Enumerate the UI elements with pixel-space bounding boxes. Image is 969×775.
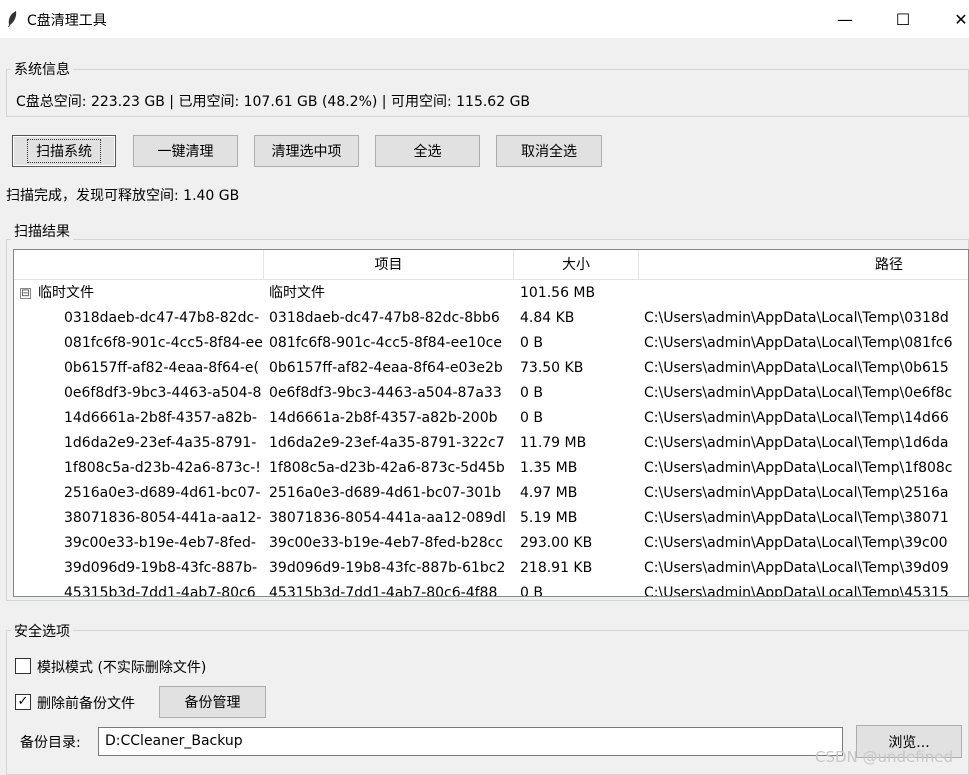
- column-header-tree[interactable]: [14, 250, 264, 280]
- backup-manage-button[interactable]: 备份管理: [159, 686, 266, 718]
- item-cell: 38071836-8054-441a-aa12-089dl: [269, 510, 506, 526]
- size-cell: 0 B: [520, 335, 543, 351]
- size-cell: 101.56 MB: [520, 285, 596, 301]
- size-cell: 73.50 KB: [520, 360, 584, 376]
- tree-cell: 1d6da2e9-23ef-4a35-8791-: [64, 435, 257, 451]
- size-cell: 0 B: [520, 585, 543, 597]
- collapse-icon[interactable]: ⊟: [20, 288, 31, 299]
- size-cell: 11.79 MB: [520, 435, 587, 451]
- scan-results-title: 扫描结果: [11, 221, 73, 241]
- item-cell: 39c00e33-b19e-4eb7-8fed-b28cc: [269, 535, 504, 551]
- tree-cell: 临时文件: [38, 285, 94, 301]
- size-cell: 0 B: [520, 410, 543, 426]
- path-cell: C:\Users\admin\AppData\Local\Temp\45315: [644, 585, 949, 597]
- item-cell: 2516a0e3-d689-4d61-bc07-301b: [269, 485, 502, 501]
- size-cell: 1.35 MB: [520, 460, 578, 476]
- column-header-item[interactable]: 项目: [264, 250, 514, 280]
- disk-space-info: C盘总空间: 223.23 GB | 已用空间: 107.61 GB (48.2…: [16, 94, 531, 110]
- watermark: CSDN @undefined: [815, 748, 954, 766]
- tree-cell: 39d096d9-19b8-43fc-887b-: [64, 560, 258, 576]
- item-cell: 0318daeb-dc47-47b8-82dc-8bb6: [269, 310, 500, 326]
- path-cell: C:\Users\admin\AppData\Local\Temp\1f808c: [644, 460, 953, 476]
- results-tree[interactable]: 项目 大小 路径 ⊟ 临时文件 临时文件 101.56 MB 0318daeb-dc47…: [13, 249, 969, 597]
- size-cell: 4.97 MB: [520, 485, 578, 501]
- table-row[interactable]: 45315b3d-7dd1-4ab7-80c6 45315b3d-7dd1-4ab…: [14, 581, 968, 597]
- table-row[interactable]: 1d6da2e9-23ef-4a35-8791- 1d6da2e9-23ef-4a…: [14, 431, 968, 456]
- item-cell: 0b6157ff-af82-4eaa-8f64-e03e2b: [269, 360, 503, 376]
- tree-cell: 2516a0e3-d689-4d61-bc07-: [64, 485, 261, 501]
- tree-cell: 0318daeb-dc47-47b8-82dc-: [64, 310, 260, 326]
- path-cell: C:\Users\admin\AppData\Local\Temp\14d66: [644, 410, 949, 426]
- tree-cell: 39c00e33-b19e-4eb7-8fed-: [64, 535, 256, 551]
- tree-cell: 081fc6f8-901c-4cc5-8f84-ee: [64, 335, 263, 351]
- table-row[interactable]: 0e6f8df3-9bc3-4463-a504-8 0e6f8df3-9bc3-4…: [14, 381, 968, 406]
- path-cell: C:\Users\admin\AppData\Local\Temp\39c00: [644, 535, 948, 551]
- table-row[interactable]: 0b6157ff-af82-4eaa-8f64-e( 0b6157ff-af82-…: [14, 356, 968, 381]
- backup-dir-label: 备份目录:: [20, 735, 81, 751]
- tree-cell: 14d6661a-2b8f-4357-a82b-: [64, 410, 257, 426]
- scan-status: 扫描完成，发现可释放空间: 1.40 GB: [6, 188, 240, 204]
- table-row[interactable]: 0318daeb-dc47-47b8-82dc- 0318daeb-dc47-47…: [14, 306, 968, 331]
- close-button[interactable]: ✕: [938, 0, 969, 38]
- tree-cell: 1f808c5a-d23b-42a6-873c-!: [64, 460, 261, 476]
- item-cell: 临时文件: [269, 285, 325, 301]
- backup-before-delete-label: 删除前备份文件: [37, 696, 135, 712]
- size-cell: 5.19 MB: [520, 510, 578, 526]
- path-cell: C:\Users\admin\AppData\Local\Temp\39d09: [644, 560, 949, 576]
- tree-cell: 45315b3d-7dd1-4ab7-80c6: [64, 585, 256, 597]
- table-row[interactable]: 2516a0e3-d689-4d61-bc07- 2516a0e3-d689-4d…: [14, 481, 968, 506]
- table-row[interactable]: 14d6661a-2b8f-4357-a82b- 14d6661a-2b8f-43…: [14, 406, 968, 431]
- path-cell: C:\Users\admin\AppData\Local\Temp\1d6da: [644, 435, 949, 451]
- size-cell: 4.84 KB: [520, 310, 575, 326]
- size-cell: 293.00 KB: [520, 535, 593, 551]
- path-cell: C:\Users\admin\AppData\Local\Temp\0318d: [644, 310, 949, 326]
- deselect-all-button[interactable]: 取消全选: [496, 135, 602, 167]
- minimize-button[interactable]: —: [822, 0, 868, 38]
- size-cell: 218.91 KB: [520, 560, 593, 576]
- tree-cell: 0b6157ff-af82-4eaa-8f64-e(: [64, 360, 260, 376]
- path-cell: C:\Users\admin\AppData\Local\Temp\0b615: [644, 360, 949, 376]
- safety-options-title: 安全选项: [11, 621, 73, 641]
- tree-category-row[interactable]: ⊟ 临时文件 临时文件 101.56 MB: [14, 281, 968, 306]
- maximize-icon: ☐: [895, 9, 911, 29]
- tree-header: 项目 大小 路径: [14, 250, 968, 280]
- one-click-clean-button[interactable]: 一键清理: [133, 135, 238, 167]
- item-cell: 39d096d9-19b8-43fc-887b-61bc2: [269, 560, 506, 576]
- scan-button[interactable]: 扫描系统: [12, 135, 116, 167]
- item-cell: 1f808c5a-d23b-42a6-873c-5d45b: [269, 460, 505, 476]
- minimize-icon: —: [837, 9, 853, 29]
- item-cell: 081fc6f8-901c-4cc5-8f84-ee10ce: [269, 335, 502, 351]
- column-header-size[interactable]: 大小: [514, 250, 639, 280]
- item-cell: 14d6661a-2b8f-4357-a82b-200b: [269, 410, 498, 426]
- backup-dir-input[interactable]: D:CCleaner_Backup: [98, 727, 843, 756]
- title-bar: C盘清理工具 — ☐ ✕: [0, 0, 969, 38]
- window-title: C盘清理工具: [27, 13, 107, 29]
- simulate-mode-checkbox[interactable]: [15, 658, 31, 674]
- tree-cell: 0e6f8df3-9bc3-4463-a504-8: [64, 385, 262, 401]
- item-cell: 1d6da2e9-23ef-4a35-8791-322c7: [269, 435, 505, 451]
- system-info-title: 系统信息: [11, 59, 73, 79]
- select-all-button[interactable]: 全选: [375, 135, 480, 167]
- maximize-button[interactable]: ☐: [880, 0, 926, 38]
- table-row[interactable]: 081fc6f8-901c-4cc5-8f84-ee 081fc6f8-901c-…: [14, 331, 968, 356]
- path-cell: C:\Users\admin\AppData\Local\Temp\38071: [644, 510, 949, 526]
- clean-selected-button[interactable]: 清理选中项: [254, 135, 359, 167]
- table-row[interactable]: 38071836-8054-441a-aa12- 38071836-8054-44…: [14, 506, 968, 531]
- item-cell: 0e6f8df3-9bc3-4463-a504-87a33: [269, 385, 502, 401]
- item-cell: 45315b3d-7dd1-4ab7-80c6-4f88: [269, 585, 498, 597]
- path-cell: C:\Users\admin\AppData\Local\Temp\081fc6: [644, 335, 953, 351]
- path-cell: C:\Users\admin\AppData\Local\Temp\0e6f8c: [644, 385, 953, 401]
- backup-before-delete-checkbox[interactable]: ✓: [15, 694, 31, 710]
- table-row[interactable]: 39c00e33-b19e-4eb7-8fed- 39c00e33-b19e-4e…: [14, 531, 968, 556]
- table-row[interactable]: 1f808c5a-d23b-42a6-873c-! 1f808c5a-d23b-4…: [14, 456, 968, 481]
- column-header-path[interactable]: 路径: [639, 250, 968, 280]
- tree-cell: 38071836-8054-441a-aa12-: [64, 510, 262, 526]
- path-cell: C:\Users\admin\AppData\Local\Temp\2516a: [644, 485, 949, 501]
- simulate-mode-label: 模拟模式 (不实际删除文件): [37, 660, 207, 676]
- close-icon: ✕: [954, 9, 968, 29]
- size-cell: 0 B: [520, 385, 543, 401]
- feather-icon: [8, 11, 17, 27]
- table-row[interactable]: 39d096d9-19b8-43fc-887b- 39d096d9-19b8-43…: [14, 556, 968, 581]
- check-icon: ✓: [17, 694, 29, 709]
